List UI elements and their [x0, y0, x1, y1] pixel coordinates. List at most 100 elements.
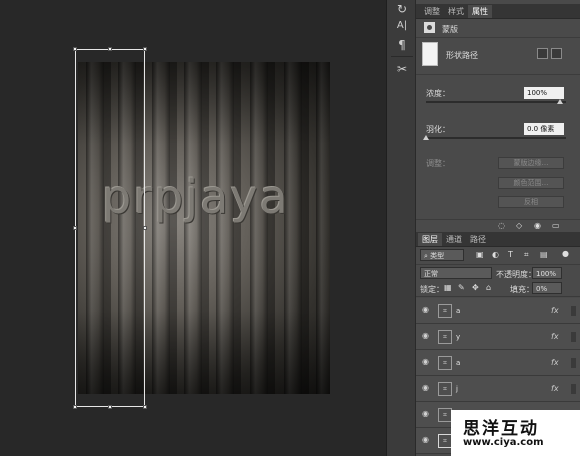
mask-type-row: 形状路径: [416, 38, 580, 75]
layer-scroll-indicator: [571, 384, 576, 394]
layer-effects-icon[interactable]: fx: [551, 332, 559, 341]
filter-kind-select[interactable]: ⌕ 类型: [420, 249, 464, 261]
density-label: 浓度：: [426, 89, 450, 98]
mask-type-label: 形状路径: [446, 51, 478, 60]
layer-scroll-indicator: [571, 358, 576, 368]
layers-tabs: 图层 通道 路径: [416, 232, 580, 247]
opacity-label: 不透明度：: [496, 270, 536, 279]
document-canvas[interactable]: prpjaya: [0, 0, 386, 456]
tab-styles[interactable]: 样式: [444, 5, 468, 18]
shape-layer-thumbnail: ⌗: [438, 356, 452, 370]
visibility-eye-icon[interactable]: ◉: [422, 332, 432, 340]
paragraph-icon[interactable]: ¶: [392, 36, 412, 54]
visibility-eye-icon[interactable]: ◉: [422, 306, 432, 314]
layer-row[interactable]: ◉ ⌗ y fx: [416, 324, 580, 350]
transform-handle[interactable]: [143, 47, 147, 51]
disable-mask-icon[interactable]: ◉: [534, 221, 541, 230]
density-slider[interactable]: [426, 101, 566, 103]
feather-label: 羽化：: [426, 125, 450, 134]
transform-handle[interactable]: [108, 47, 112, 51]
divider: [391, 56, 413, 57]
adjustment-filter-icon[interactable]: ◐: [492, 250, 499, 259]
layer-name: a: [456, 359, 461, 367]
smart-object-filter-icon[interactable]: ▤: [540, 250, 548, 259]
watermark-title: 思洋互动: [463, 419, 539, 439]
watermark-url: www.ciya.com: [463, 437, 544, 448]
properties-tabs: 调整 样式 属性: [416, 4, 580, 19]
blend-mode-select[interactable]: 正常: [420, 267, 492, 279]
mask-icon: [424, 22, 435, 33]
layer-name: j: [456, 385, 458, 393]
shape-layer-thumbnail: ⌗: [438, 408, 452, 422]
lock-transparent-icon[interactable]: ▦: [444, 283, 452, 292]
lock-position-icon[interactable]: ✥: [472, 283, 479, 292]
refine-label: 调整：: [426, 159, 450, 168]
visibility-eye-icon[interactable]: ◉: [422, 436, 432, 444]
shape-layer-thumbnail: ⌗: [438, 304, 452, 318]
transform-handle[interactable]: [143, 405, 147, 409]
transform-handle[interactable]: [143, 226, 147, 230]
apply-mask-icon[interactable]: ◇: [516, 221, 522, 230]
filter-kind-value: 类型: [430, 252, 445, 260]
lock-image-icon[interactable]: ✎: [458, 283, 465, 292]
layer-effects-icon[interactable]: fx: [551, 358, 559, 367]
feather-slider[interactable]: [426, 137, 566, 139]
character-icon[interactable]: A|: [392, 17, 412, 35]
layer-name: a: [456, 307, 461, 315]
layer-row[interactable]: ◉ ⌗ j fx: [416, 376, 580, 402]
shape-filter-icon[interactable]: ⌗: [524, 250, 529, 260]
feather-field[interactable]: 0.0 像素: [524, 123, 564, 135]
feather-slider-thumb[interactable]: [423, 135, 429, 140]
density-slider-thumb[interactable]: [557, 99, 563, 104]
layer-effects-icon[interactable]: fx: [551, 384, 559, 393]
layer-filter-row: ⌕ 类型 ▣ ◐ T ⌗ ▤ ●: [416, 246, 580, 264]
transform-bounding-box[interactable]: [73, 47, 147, 409]
shape-layer-thumbnail: ⌗: [438, 330, 452, 344]
image-filter-icon[interactable]: ▣: [476, 250, 484, 259]
fill-label: 填充：: [510, 285, 534, 294]
shape-layer-thumbnail: ⌗: [438, 382, 452, 396]
invert-button[interactable]: 反相: [498, 196, 564, 208]
selection-from-mask-icon[interactable]: ◌: [498, 221, 505, 230]
opacity-field[interactable]: 100%: [532, 267, 562, 279]
color-range-button[interactable]: 颜色范围…: [498, 177, 564, 189]
layer-scroll-indicator: [571, 332, 576, 342]
right-panels: 调整 样式 属性 蒙版 形状路径 浓度： 100% 羽化： 0.0 像素 调整：…: [416, 0, 580, 456]
visibility-eye-icon[interactable]: ◉: [422, 410, 432, 418]
layer-row[interactable]: ◉ ⌗ a fx: [416, 350, 580, 376]
layer-scroll-indicator: [571, 306, 576, 316]
type-filter-icon[interactable]: T: [508, 250, 513, 259]
visibility-eye-icon[interactable]: ◉: [422, 384, 432, 392]
filter-toggle-icon[interactable]: ●: [562, 249, 569, 258]
tab-layers[interactable]: 图层: [418, 233, 442, 246]
site-watermark: 思洋互动 www.ciya.com: [451, 410, 580, 456]
visibility-eye-icon[interactable]: ◉: [422, 358, 432, 366]
add-pixel-mask-icon[interactable]: [537, 48, 548, 59]
shape-layer-thumbnail: ⌗: [438, 434, 452, 448]
lock-all-icon[interactable]: ⌂: [486, 283, 491, 292]
mask-thumbnail[interactable]: [422, 42, 438, 66]
properties-header-label: 蒙版: [442, 25, 458, 34]
tab-channels[interactable]: 通道: [442, 233, 466, 246]
properties-header: 蒙版: [416, 19, 580, 38]
panel-icon-strip: ↻ A| ¶ ✂: [386, 0, 416, 456]
tab-paths[interactable]: 路径: [466, 233, 490, 246]
density-field[interactable]: 100%: [524, 87, 564, 99]
tab-properties[interactable]: 属性: [468, 5, 492, 18]
history-icon[interactable]: ↻: [392, 0, 412, 18]
delete-mask-icon[interactable]: ▭: [552, 221, 560, 230]
tab-adjustments[interactable]: 调整: [420, 5, 444, 18]
mask-edge-button[interactable]: 蒙版边缘…: [498, 157, 564, 169]
properties-footer: ◌ ◇ ◉ ▭: [416, 219, 580, 232]
layer-row[interactable]: ◉ ⌗ a fx: [416, 298, 580, 324]
transform-handle[interactable]: [73, 47, 77, 51]
fill-field[interactable]: 0%: [532, 282, 562, 294]
transform-handle[interactable]: [73, 226, 77, 230]
layer-name: y: [456, 333, 461, 341]
lock-label: 锁定：: [420, 285, 444, 294]
transform-handle[interactable]: [108, 405, 112, 409]
tool-presets-icon[interactable]: ✂: [392, 60, 412, 78]
transform-handle[interactable]: [73, 405, 77, 409]
layer-effects-icon[interactable]: fx: [551, 306, 559, 315]
vector-mask-icon[interactable]: [551, 48, 562, 59]
